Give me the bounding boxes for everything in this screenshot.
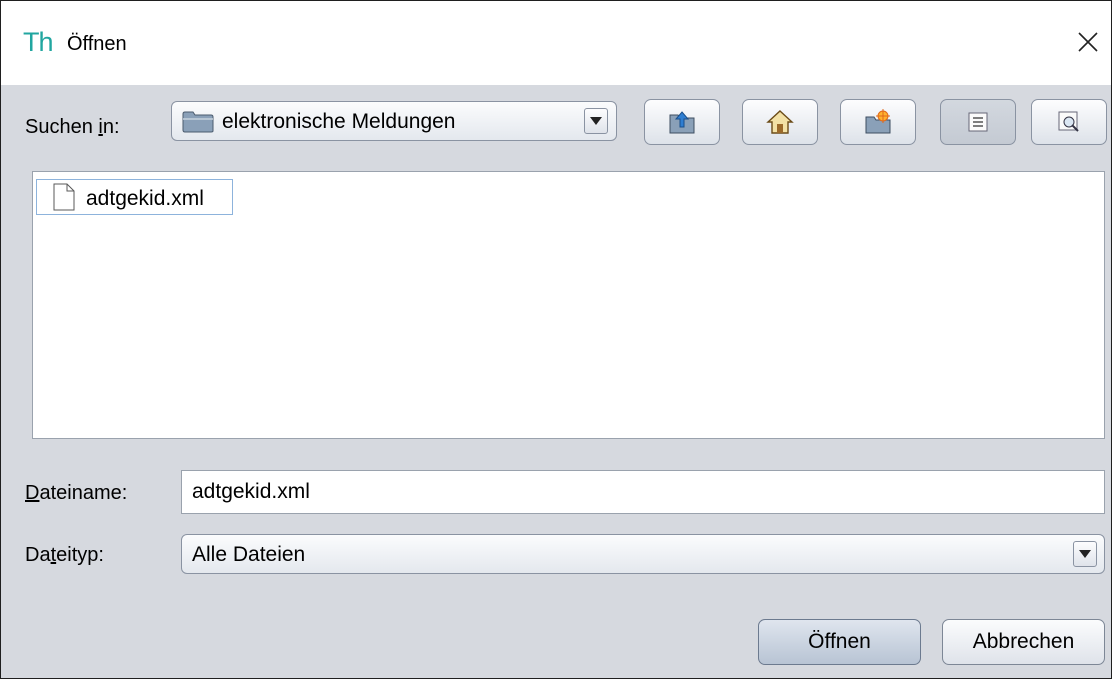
filetype-combo[interactable]: Alle Dateien (181, 534, 1105, 574)
filename-field[interactable] (181, 470, 1105, 514)
close-icon (1078, 32, 1098, 52)
filetype-value: Alle Dateien (192, 543, 306, 566)
file-item[interactable]: adtgekid.xml (36, 179, 233, 215)
list-view-icon (968, 112, 988, 132)
list-view-button[interactable] (940, 99, 1016, 145)
lookin-dropdown-button[interactable] (584, 108, 608, 134)
details-view-icon (1058, 111, 1079, 132)
lookin-combo[interactable]: elektronische Meldungen (171, 101, 617, 141)
open-button[interactable]: Öffnen (758, 619, 921, 665)
filetype-label: Dateityp: (25, 544, 104, 566)
new-folder-icon (865, 109, 891, 134)
new-folder-button[interactable] (840, 99, 916, 145)
lookin-value: elektronische Meldungen (222, 110, 456, 133)
file-icon (53, 183, 75, 211)
cancel-button[interactable]: Abbrechen (942, 619, 1105, 665)
title-bar: Th Öffnen (1, 1, 1111, 85)
chevron-down-icon (1079, 550, 1091, 558)
close-button[interactable] (1065, 19, 1111, 65)
up-one-level-button[interactable] (644, 99, 720, 145)
home-button[interactable] (742, 99, 818, 145)
folder-icon (182, 111, 214, 133)
file-list[interactable]: adtgekid.xml (32, 171, 1105, 439)
filename-label: Dateiname: (25, 482, 128, 504)
details-view-button[interactable] (1031, 99, 1107, 145)
home-icon (766, 110, 794, 134)
chevron-down-icon (590, 117, 602, 125)
window-title: Öffnen (67, 33, 127, 55)
app-logo: Th (23, 27, 53, 57)
up-folder-icon (669, 111, 695, 134)
lookin-label: Suchen in: (25, 116, 120, 138)
filename-input[interactable] (192, 480, 1072, 504)
file-open-dialog: Th Öffnen Suchen in: elektronische Meldu… (0, 0, 1112, 679)
filetype-dropdown-button[interactable] (1073, 541, 1097, 567)
file-name: adtgekid.xml (86, 187, 204, 210)
